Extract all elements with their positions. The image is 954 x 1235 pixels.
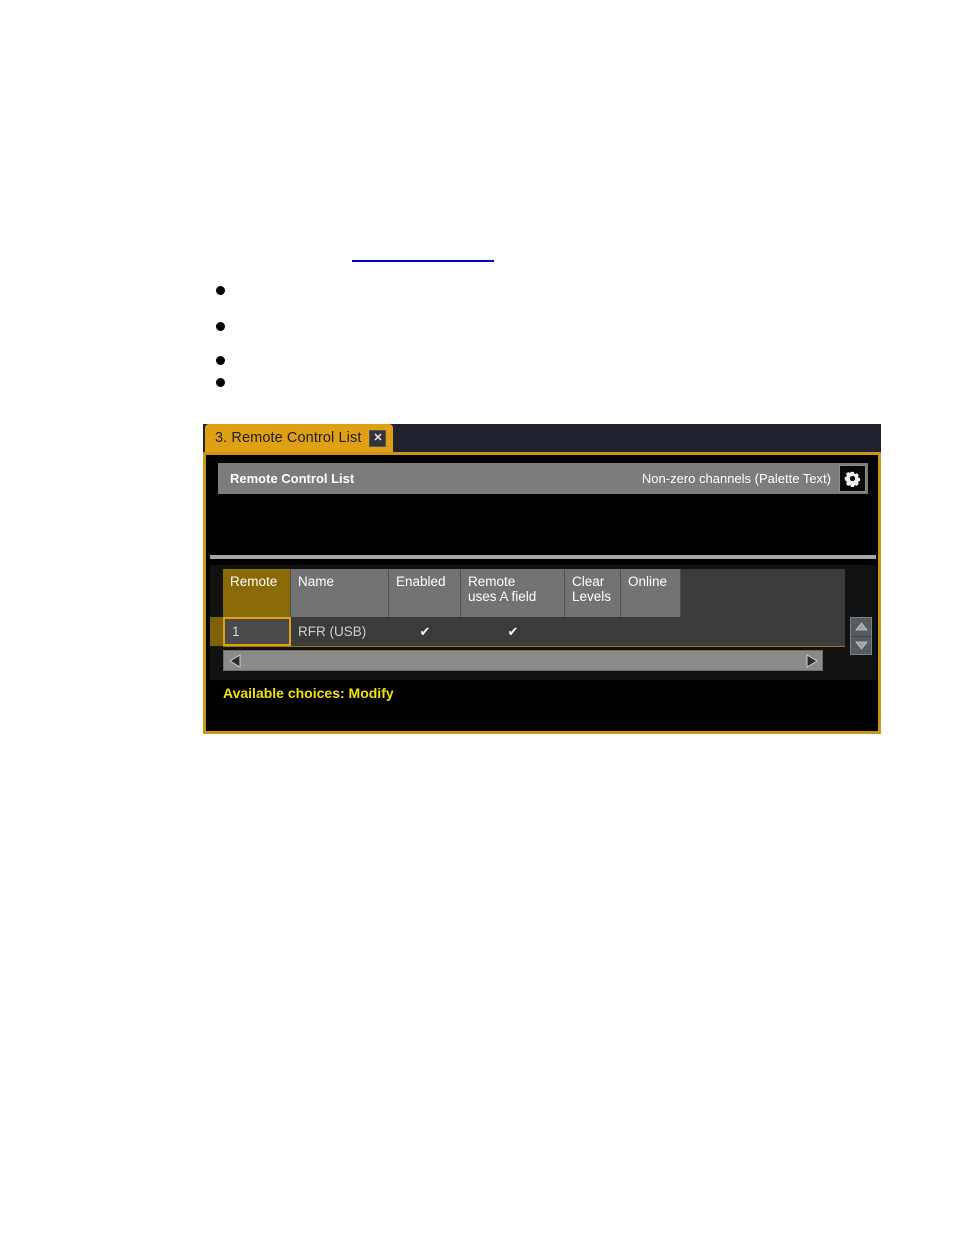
- list-item-text: [238, 378, 636, 388]
- column-header-filler: [681, 569, 845, 617]
- column-header-clear-levels[interactable]: Clear Levels: [565, 569, 621, 617]
- triangle-up-icon[interactable]: [851, 618, 871, 637]
- cell-remote[interactable]: 1: [223, 617, 291, 646]
- panel-header: Remote Control List Non-zero channels (P…: [218, 463, 868, 494]
- bullet-dot-icon: [216, 356, 225, 365]
- panel-title: Remote Control List: [230, 471, 355, 486]
- tab-bar: 3. Remote Control List ✕: [203, 424, 881, 452]
- remote-control-list-dialog: 3. Remote Control List ✕ Remote Control …: [203, 424, 881, 734]
- bullet-dot-icon: [216, 322, 225, 331]
- document-bullet-list: [216, 286, 636, 398]
- column-header-online[interactable]: Online: [621, 569, 681, 617]
- dialog-body: Remote Control List Non-zero channels (P…: [203, 452, 881, 734]
- column-header-name[interactable]: Name: [291, 569, 389, 617]
- triangle-down-icon[interactable]: [851, 637, 871, 655]
- list-item: [216, 378, 636, 398]
- gear-icon[interactable]: [839, 465, 866, 492]
- bullet-dot-icon: [216, 286, 225, 295]
- status-text: Available choices: Modify: [223, 685, 394, 701]
- table-row[interactable]: 1 RFR (USB) ✔ ✔: [223, 617, 845, 647]
- list-item: [216, 286, 636, 322]
- column-header-remote-uses-a-field[interactable]: Remote uses A field: [461, 569, 565, 617]
- list-item: [216, 322, 636, 356]
- panel-subtitle: Non-zero channels (Palette Text): [641, 471, 831, 486]
- list-item: [216, 356, 636, 378]
- remote-table-region: Remote Name Enabled Remote uses A field …: [210, 565, 876, 680]
- list-item-text: [238, 322, 636, 332]
- channel-display-pane: [210, 495, 876, 552]
- pane-divider: [210, 555, 876, 559]
- tab-label: 3. Remote Control List: [215, 430, 362, 446]
- cell-name[interactable]: RFR (USB): [291, 617, 389, 646]
- column-header-enabled[interactable]: Enabled: [389, 569, 461, 617]
- remote-table: Remote Name Enabled Remote uses A field …: [210, 569, 845, 647]
- cell-filler: [681, 617, 845, 646]
- cell-enabled-checkmark[interactable]: ✔: [389, 617, 461, 646]
- list-item-text: [238, 356, 636, 366]
- horizontal-scrollbar[interactable]: [223, 650, 823, 671]
- cell-clear-levels[interactable]: [565, 617, 621, 646]
- triangle-left-icon[interactable]: [224, 651, 245, 670]
- table-header-row: Remote Name Enabled Remote uses A field …: [223, 569, 845, 617]
- cell-online[interactable]: [621, 617, 681, 646]
- cell-remote-uses-a-field-checkmark[interactable]: ✔: [461, 617, 565, 646]
- vertical-scrollbar[interactable]: [850, 617, 872, 655]
- list-item-text: [238, 286, 636, 296]
- close-icon[interactable]: ✕: [369, 429, 387, 447]
- panel-header-right: Non-zero channels (Palette Text): [642, 465, 868, 492]
- bullet-dot-icon: [216, 378, 225, 387]
- tab-remote-control-list[interactable]: 3. Remote Control List ✕: [205, 424, 394, 452]
- document-link-underline[interactable]: [352, 260, 494, 262]
- dialog-footer: Available choices: Modify: [210, 681, 876, 729]
- column-header-remote[interactable]: Remote: [223, 569, 291, 617]
- triangle-right-icon[interactable]: [801, 651, 822, 670]
